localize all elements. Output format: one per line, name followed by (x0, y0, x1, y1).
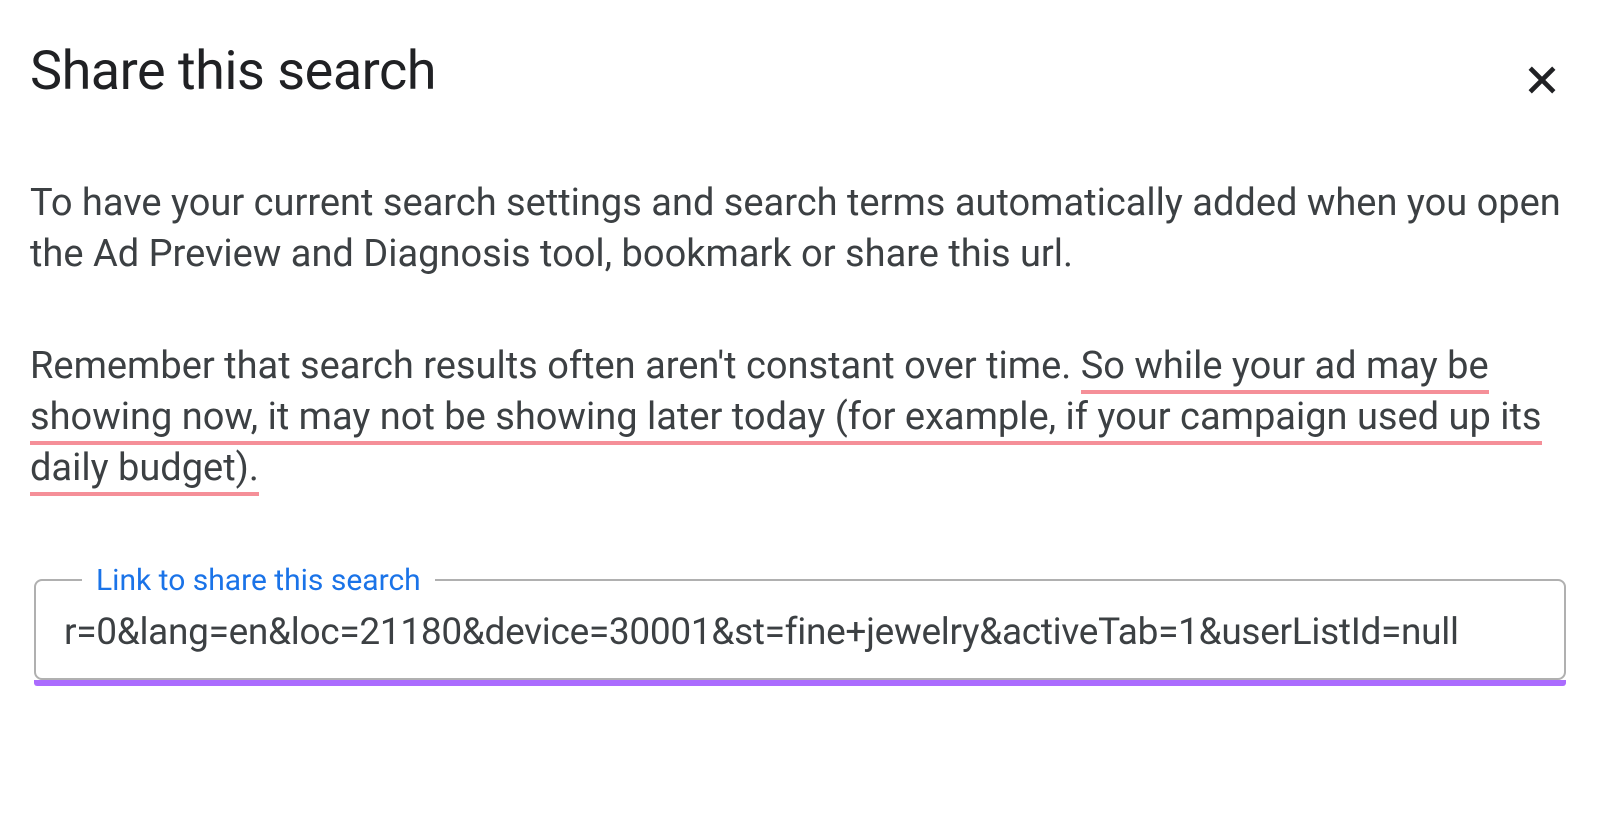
share-link-legend: Link to share this search (82, 563, 435, 598)
paragraph-2-plain: Remember that search results often aren'… (30, 344, 1081, 388)
instructions-paragraph-2: Remember that search results often aren'… (30, 341, 1570, 495)
close-icon (1522, 60, 1562, 100)
instructions-paragraph-1: To have your current search settings and… (30, 178, 1570, 281)
highlight-underline (34, 680, 1566, 686)
share-link-field[interactable]: Link to share this search r=0&lang=en&lo… (34, 579, 1566, 680)
share-link-value[interactable]: r=0&lang=en&loc=21180&device=30001&st=fi… (64, 611, 1536, 654)
close-button[interactable] (1514, 52, 1570, 108)
dialog-header: Share this search (30, 40, 1570, 108)
dialog-title: Share this search (30, 40, 436, 103)
